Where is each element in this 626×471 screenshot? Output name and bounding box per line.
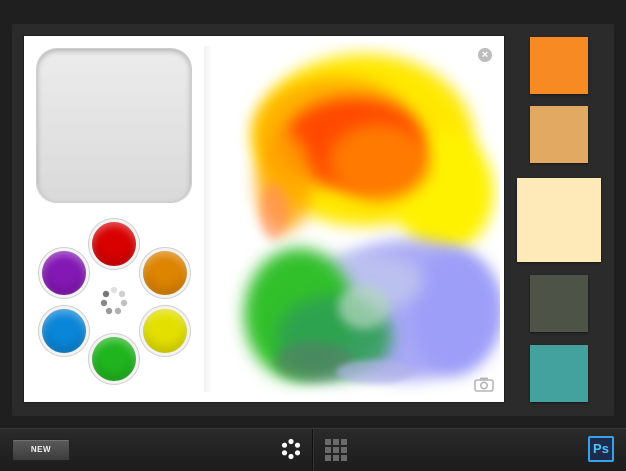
loading-spinner-icon — [100, 286, 128, 315]
paint-yellow[interactable] — [143, 309, 187, 353]
paint-blue[interactable] — [42, 309, 86, 353]
swatch-4[interactable] — [530, 275, 588, 332]
paint-orange[interactable] — [143, 251, 187, 295]
paint-canvas-card: × — [24, 36, 504, 402]
swatch-3-selected[interactable] — [517, 178, 601, 262]
swatch-2[interactable] — [530, 106, 588, 163]
paint-purple[interactable] — [42, 251, 86, 295]
palette-panel — [24, 36, 204, 402]
camera-icon[interactable] — [474, 376, 494, 392]
grid-icon[interactable] — [325, 439, 347, 461]
photoshop-logo[interactable]: Ps — [588, 436, 614, 462]
swatch-1[interactable] — [530, 37, 588, 94]
color-preview-swatch[interactable] — [37, 49, 191, 203]
paint-red[interactable] — [92, 222, 136, 266]
toolbar-separator — [312, 429, 313, 471]
color-wheel-icon[interactable] — [280, 438, 302, 460]
new-button[interactable]: NEW — [12, 439, 70, 461]
panel-divider — [204, 46, 212, 392]
paint-green[interactable] — [92, 337, 136, 381]
bottom-toolbar: NEW Ps — [0, 428, 626, 471]
close-icon[interactable]: × — [478, 48, 492, 62]
paint-mixing-area[interactable] — [214, 42, 500, 396]
swatch-5[interactable] — [530, 345, 588, 402]
